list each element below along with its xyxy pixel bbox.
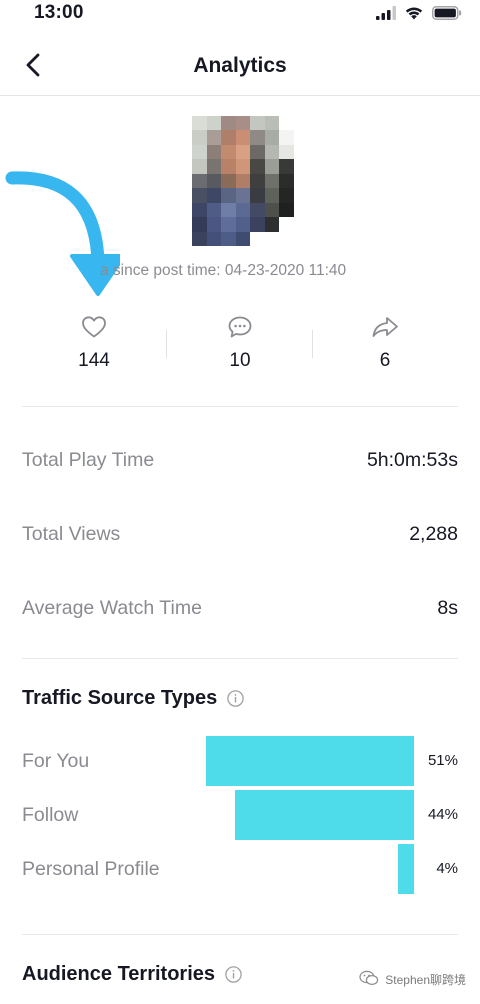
traffic-row-follow: Follow 44% xyxy=(22,790,458,840)
comments-count: 10 xyxy=(229,350,251,371)
divider xyxy=(22,406,458,407)
battery-icon xyxy=(432,6,462,25)
traffic-bar xyxy=(206,736,414,786)
watermark-text: Stephen聊跨境 xyxy=(385,973,466,987)
wifi-icon xyxy=(404,6,424,25)
traffic-row-for-you: For You 51% xyxy=(22,736,458,786)
metric-average-watch-time: Average Watch Time 8s xyxy=(22,597,458,627)
metric-label: Total Play Time xyxy=(22,449,155,471)
traffic-title-text: Traffic Source Types xyxy=(22,687,218,709)
stat-divider xyxy=(312,330,313,358)
traffic-percent: 44% xyxy=(427,806,458,823)
status-bar: 13:00 xyxy=(0,0,480,28)
traffic-row-personal-profile: Personal Profile 4% xyxy=(22,844,458,894)
shares-stat: 6 xyxy=(335,314,435,378)
traffic-bar xyxy=(235,790,414,840)
metric-total-play-time: Total Play Time 5h:0m:53s xyxy=(22,449,458,479)
signal-icon xyxy=(376,6,396,25)
comment-icon xyxy=(227,315,253,344)
page-title: Analytics xyxy=(193,54,287,77)
info-icon[interactable] xyxy=(225,966,242,983)
info-icon[interactable] xyxy=(227,690,245,707)
traffic-label: Follow xyxy=(22,804,79,826)
stat-divider xyxy=(166,330,167,358)
shares-count: 6 xyxy=(379,350,391,371)
status-icons xyxy=(376,6,462,25)
metric-total-views: Total Views 2,288 xyxy=(22,523,458,553)
watermark: Stephen聊跨境 xyxy=(359,970,466,989)
divider xyxy=(22,658,458,659)
metric-value: 8s xyxy=(437,597,458,619)
metric-value: 2,288 xyxy=(409,523,458,545)
wechat-logo-icon xyxy=(359,970,379,989)
heart-icon xyxy=(81,315,107,344)
divider xyxy=(22,934,458,935)
video-thumbnail xyxy=(192,116,294,246)
nav-bar: Analytics xyxy=(0,38,480,96)
share-icon xyxy=(371,315,399,344)
comments-stat: 10 xyxy=(190,314,290,378)
traffic-section-title: Traffic Source Types xyxy=(22,687,245,710)
traffic-label: For You xyxy=(22,750,90,772)
since-post-time: a since post time: 04-23-2020 11:40 xyxy=(100,262,347,279)
likes-count: 144 xyxy=(78,350,110,371)
metric-label: Total Views xyxy=(22,523,121,545)
audience-title-text: Audience Territories xyxy=(22,963,216,985)
audience-section-title: Audience Territories xyxy=(22,963,242,986)
arrow-annotation xyxy=(0,168,126,300)
traffic-percent: 4% xyxy=(436,860,458,877)
traffic-bar xyxy=(398,844,414,894)
traffic-label: Personal Profile xyxy=(22,858,160,880)
status-time: 13:00 xyxy=(34,2,84,23)
metric-value: 5h:0m:53s xyxy=(366,449,458,471)
likes-stat: 144 xyxy=(44,314,144,378)
metric-label: Average Watch Time xyxy=(22,597,202,619)
traffic-percent: 51% xyxy=(427,752,458,769)
